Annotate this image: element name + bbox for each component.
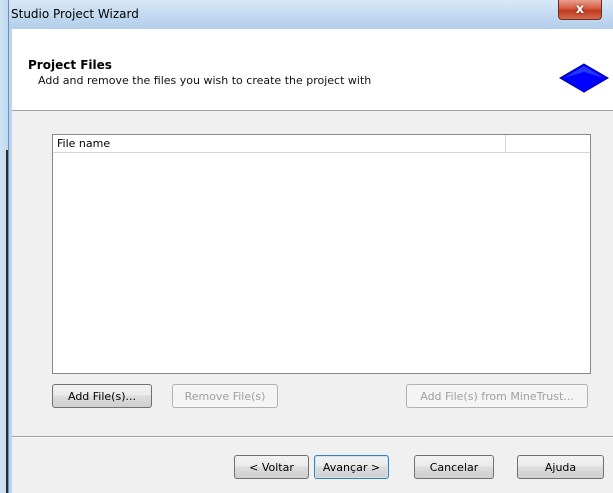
add-files-button[interactable]: Add File(s)...	[52, 384, 152, 408]
wizard-window: Studio Project Wizard x Project Files Ad…	[8, 0, 613, 493]
close-button[interactable]: x	[558, 0, 602, 20]
blue-diamond-icon	[559, 63, 609, 93]
window-title: Studio Project Wizard	[11, 7, 139, 21]
page-title: Project Files	[28, 58, 112, 72]
file-list-header: File name	[53, 135, 590, 153]
help-button[interactable]: Ajuda	[517, 455, 604, 479]
back-button[interactable]: < Voltar	[234, 455, 309, 479]
footer-separator	[12, 436, 613, 438]
wizard-client-area: Project Files Add and remove the files y…	[12, 29, 613, 493]
file-list[interactable]: File name	[52, 134, 591, 374]
remove-files-button[interactable]: Remove File(s)	[172, 384, 278, 408]
wizard-header: Project Files Add and remove the files y…	[12, 29, 613, 111]
cancel-button[interactable]: Cancelar	[414, 455, 494, 479]
close-icon: x	[575, 2, 585, 17]
add-files-from-minetrust-button[interactable]: Add File(s) from MineTrust...	[406, 384, 588, 408]
column-header-extra[interactable]	[506, 135, 590, 153]
next-button[interactable]: Avançar >	[314, 455, 389, 479]
column-header-file-name[interactable]: File name	[53, 135, 506, 153]
page-subtitle: Add and remove the files you wish to cre…	[38, 74, 372, 87]
title-bar[interactable]: Studio Project Wizard x	[9, 0, 613, 29]
